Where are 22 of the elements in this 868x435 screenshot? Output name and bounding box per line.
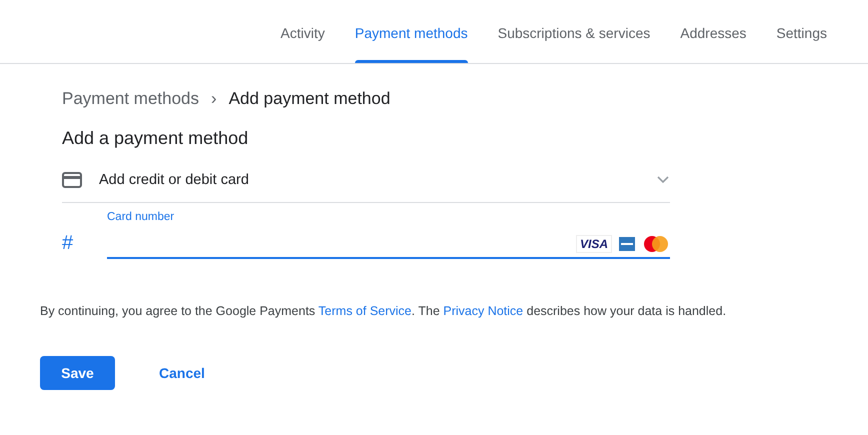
breadcrumb-current: Add payment method <box>228 89 390 109</box>
card-number-field[interactable]: Card number VISA <box>107 211 670 259</box>
payment-option-label: Add credit or debit card <box>99 172 250 188</box>
visa-logo: VISA <box>576 235 612 253</box>
mastercard-icon <box>642 235 670 253</box>
page-heading: Add a payment method <box>62 128 250 150</box>
tab[interactable]: Settings <box>761 0 842 63</box>
tab[interactable]: Subscriptions & services <box>482 0 666 63</box>
save-button[interactable]: Save <box>40 356 115 390</box>
credit-card-icon <box>62 172 82 188</box>
cancel-button[interactable]: Cancel <box>153 357 211 389</box>
card-logo-icon <box>618 236 636 252</box>
chevron-icon[interactable] <box>656 174 670 184</box>
tab[interactable]: Activity <box>266 0 340 63</box>
tab[interactable]: Addresses <box>665 0 762 63</box>
consent-text: By continuing, you agree to the Google Payments Terms of Service. The Privacy Notice describes how your data is handled. <box>40 304 728 318</box>
tab[interactable]: Payment methods <box>340 0 483 63</box>
link[interactable]: Privacy Notice <box>443 304 524 318</box>
hash-icon: # <box>62 232 107 259</box>
link[interactable]: Terms of Service <box>318 304 412 318</box>
breadcrumb-link[interactable]: Payment methods <box>62 89 200 109</box>
breadcrumb-separator: › <box>211 89 217 109</box>
